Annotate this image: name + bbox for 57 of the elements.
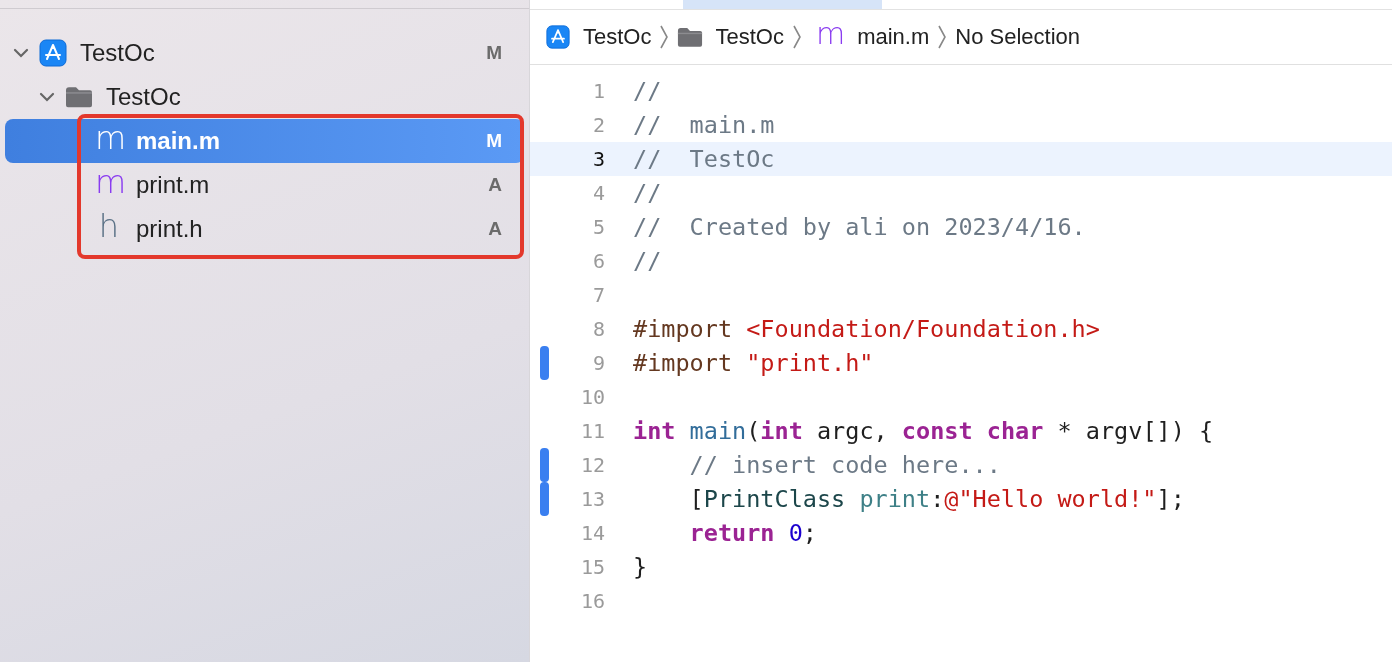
line-number: 2 <box>591 113 605 137</box>
line-number: 9 <box>591 351 605 375</box>
breadcrumb-item[interactable]: TestOc <box>715 24 784 50</box>
file-type-icon: m <box>95 122 123 154</box>
code-line: // TestOc <box>633 145 775 173</box>
line-number: 1 <box>591 79 605 103</box>
code-line: // <box>633 179 662 207</box>
code-line: int main(int argc, const char * argv[]) { <box>633 417 1214 445</box>
file-name: print.m <box>136 171 211 199</box>
line-number: 11 <box>579 419 605 443</box>
folder-icon <box>65 85 93 109</box>
breadcrumb-item[interactable]: TestOc <box>583 24 652 50</box>
code-line: // <box>633 77 662 105</box>
file-type-icon: h <box>95 210 123 242</box>
disclosure-chevron-icon[interactable] <box>13 48 29 58</box>
chevron-icon <box>791 24 802 50</box>
file-type-icon: m <box>95 166 123 198</box>
code-line: } <box>633 553 648 581</box>
line-number: 12 <box>579 453 605 477</box>
breadcrumb-item[interactable]: main.m <box>857 24 930 50</box>
status-label: M <box>486 42 502 64</box>
line-number: 8 <box>591 317 605 341</box>
disclosure-chevron-icon[interactable] <box>39 92 55 102</box>
app-icon <box>546 25 570 49</box>
folder-name[interactable]: TestOc <box>106 83 502 111</box>
code-line: // <box>633 247 662 275</box>
code-line: #import <Foundation/Foundation.h> <box>633 315 1100 343</box>
code-line: // main.m <box>633 111 775 139</box>
code-line: #import "print.h" <box>633 349 874 377</box>
line-number: 5 <box>591 215 605 239</box>
status-label: A <box>488 174 502 196</box>
code-line: return 0; <box>688 519 817 547</box>
line-number: 14 <box>579 521 605 545</box>
file-name: main.m <box>136 127 222 155</box>
file-item[interactable]: h print.h A <box>5 207 524 251</box>
line-number: 3 <box>591 147 605 171</box>
status-label: M <box>486 130 502 152</box>
status-label: A <box>488 218 502 240</box>
line-number: 4 <box>591 181 605 205</box>
code-line: // insert code here... <box>688 451 1001 479</box>
line-number: 16 <box>579 589 605 613</box>
folder-icon <box>677 26 704 48</box>
line-number: 10 <box>579 385 605 409</box>
project-name[interactable]: TestOc <box>80 39 487 67</box>
app-icon <box>39 39 67 67</box>
chevron-icon <box>659 24 670 50</box>
file-item[interactable]: m print.m A <box>5 163 524 207</box>
line-number: 6 <box>591 249 605 273</box>
code-line: [PrintClass print:@"Hello world!"]; <box>688 485 1185 513</box>
file-name: print.h <box>136 215 204 243</box>
line-number: 7 <box>591 283 605 307</box>
chevron-icon <box>937 24 948 50</box>
line-number: 15 <box>579 555 605 579</box>
file-type-icon: m <box>815 19 846 49</box>
breadcrumb-item[interactable]: No Selection <box>955 24 1081 50</box>
code-line: // Created by ali on 2023/4/16. <box>633 213 1086 241</box>
line-number: 13 <box>579 487 605 511</box>
